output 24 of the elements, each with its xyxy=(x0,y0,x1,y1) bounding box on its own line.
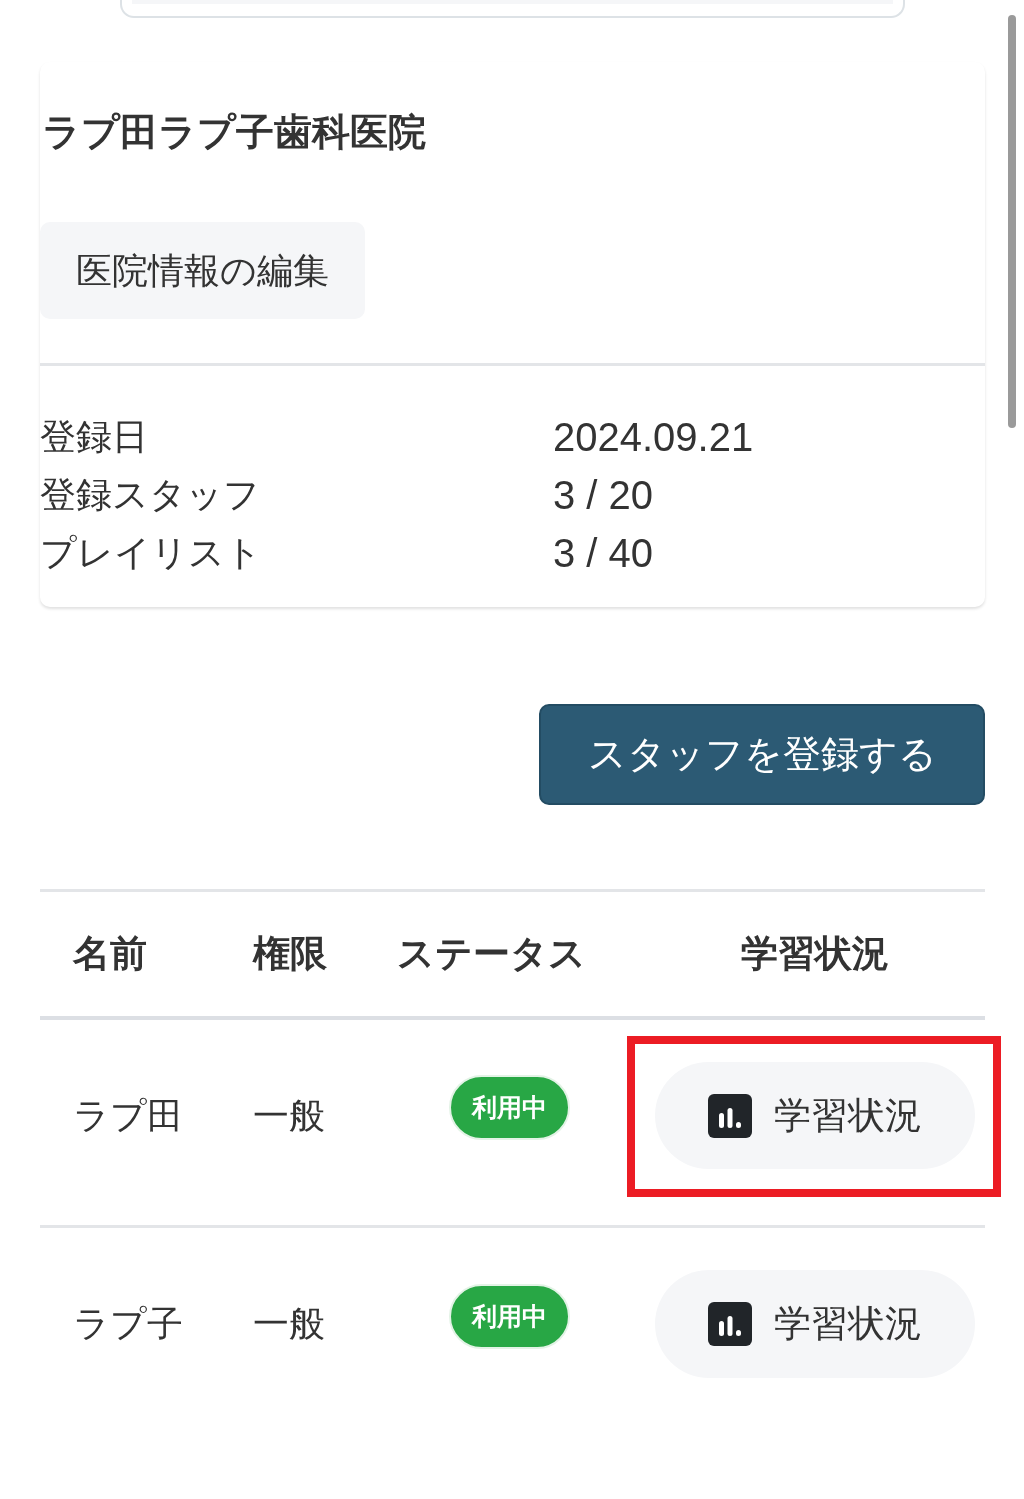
info-value: 3 / 40 xyxy=(553,530,654,578)
staff-name: ラプ田 xyxy=(73,1094,183,1136)
learning-status-button[interactable]: 学習状況 xyxy=(655,1270,975,1378)
info-label: プレイリスト xyxy=(40,531,263,576)
info-label: 登録スタッフ xyxy=(40,473,261,518)
info-label: 登録日 xyxy=(40,415,149,460)
column-header: 名前 xyxy=(40,890,220,1018)
register-staff-button[interactable]: スタッフを登録する xyxy=(539,704,985,805)
status-badge: 利用中 xyxy=(448,1283,570,1349)
status-badge: 利用中 xyxy=(448,1075,570,1141)
column-header: 学習状況 xyxy=(655,890,985,1018)
staff-role: 一般 xyxy=(252,1094,325,1136)
staff-role: 一般 xyxy=(252,1303,325,1345)
clinic-name: ラプ田ラプ子歯科医院 xyxy=(42,110,427,155)
column-header: ステータス xyxy=(363,890,655,1018)
edit-clinic-button[interactable]: 医院情報の編集 xyxy=(40,221,365,320)
learning-status-button[interactable]: 学習状況 xyxy=(655,1061,975,1170)
bar-chart-icon xyxy=(708,1093,752,1138)
column-header: 権限 xyxy=(219,890,364,1018)
info-value: 3 / 20 xyxy=(553,472,654,520)
bar-chart-icon xyxy=(708,1302,752,1347)
info-value: 2024.09.21 xyxy=(553,414,754,462)
scrollbar[interactable] xyxy=(1008,15,1016,428)
staff-name: ラプ子 xyxy=(73,1303,183,1345)
